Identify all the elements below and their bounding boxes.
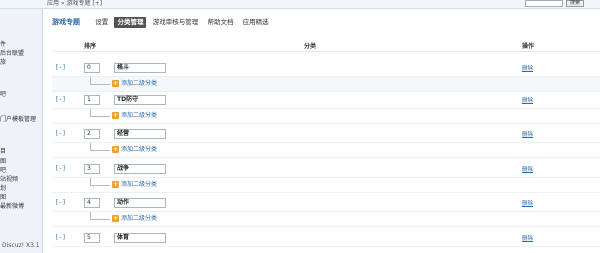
order-input[interactable]: 0 — [84, 63, 100, 73]
tree-connector — [90, 77, 110, 85]
main-content: 游戏专题 设置 分类管理 游戏审核与管理 帮助文档 应用精选 排序 分类 操作 … — [44, 9, 600, 253]
delete-link[interactable]: 删除 — [522, 96, 533, 104]
sidebar-item-1[interactable]: 后台联盟 — [0, 50, 24, 58]
table-row: [-] 0 格斗 删除 — [52, 60, 600, 77]
column-header-operation: 操作 — [522, 43, 535, 50]
sidebar-item-11[interactable]: 图 — [0, 158, 6, 166]
plus-icon: + — [112, 146, 119, 153]
sidebar-item-16[interactable]: 最新微博 — [0, 203, 24, 211]
column-header-category: 分类 — [304, 43, 317, 50]
table-row: [-] 4 动作 删除 — [52, 195, 600, 212]
sidebar-item-2[interactable]: 旅 — [0, 59, 6, 67]
collapse-toggle[interactable]: [-] — [55, 96, 66, 103]
add-subcategory-row: + 添加二级分类 — [52, 77, 600, 92]
tree-connector — [90, 212, 110, 220]
collapse-toggle[interactable]: [-] — [55, 199, 66, 206]
add-subcategory-link[interactable]: 添加二级分类 — [121, 181, 157, 189]
sidebar-item-15[interactable]: 图 — [0, 194, 6, 202]
tree-connector — [90, 109, 110, 117]
add-subcategory-link[interactable]: 添加二级分类 — [121, 80, 157, 88]
delete-link[interactable]: 删除 — [522, 165, 533, 173]
plugin-title: 游戏专题 — [52, 18, 80, 26]
add-subcategory-row: + 添加二级分类 — [52, 212, 600, 227]
collapse-toggle[interactable]: [-] — [55, 130, 66, 137]
add-subcategory-row: + 添加二级分类 — [52, 143, 600, 158]
tab-featured-apps[interactable]: 应用精选 — [240, 17, 272, 28]
add-subcategory-link[interactable]: 添加二级分类 — [121, 215, 157, 223]
version-footer: Discuz! X3.1 — [2, 242, 40, 249]
plus-icon: + — [112, 181, 119, 188]
delete-link[interactable]: 删除 — [522, 199, 533, 207]
category-name-input[interactable]: 体育 — [114, 233, 166, 243]
search-input[interactable] — [525, 0, 563, 7]
tab-settings[interactable]: 设置 — [92, 17, 111, 28]
plus-icon: + — [112, 112, 119, 119]
category-name-input[interactable]: 格斗 — [114, 63, 166, 73]
table-row: [-] 2 经营 删除 — [52, 126, 600, 143]
collapse-toggle[interactable]: [-] — [55, 165, 66, 172]
order-input[interactable]: 4 — [84, 198, 100, 208]
collapse-toggle[interactable]: [-] — [55, 64, 66, 71]
column-header-order: 排序 — [84, 43, 97, 50]
sidebar-item-14[interactable]: 划 — [0, 185, 6, 193]
delete-link[interactable]: 删除 — [522, 64, 533, 72]
table-row: [-] 5 体育 删除 — [52, 230, 600, 247]
tab-category-management[interactable]: 分类管理 — [114, 17, 147, 28]
collapse-toggle[interactable]: [-] — [55, 234, 66, 241]
plus-icon: + — [112, 80, 119, 87]
category-name-input[interactable]: TD防守 — [114, 95, 166, 105]
search-button[interactable]: 搜索 — [566, 0, 584, 7]
breadcrumb[interactable]: 应用 » 游戏专题 [+] — [47, 0, 102, 8]
sidebar-item-0[interactable]: 件 — [0, 41, 6, 49]
order-input[interactable]: 1 — [84, 95, 100, 105]
table-row: [-] 1 TD防守 删除 — [52, 92, 600, 109]
delete-link[interactable]: 删除 — [522, 234, 533, 242]
sidebar-item-13[interactable]: 站视频 — [0, 176, 18, 184]
table-row: [-] 3 战争 删除 — [52, 161, 600, 178]
category-name-input[interactable]: 战争 — [114, 164, 166, 174]
tab-help-docs[interactable]: 帮助文档 — [204, 17, 236, 28]
table-header: 排序 分类 操作 — [52, 42, 600, 52]
add-subcategory-link[interactable]: 添加二级分类 — [121, 112, 157, 120]
category-name-input[interactable]: 动作 — [114, 198, 166, 208]
order-input[interactable]: 3 — [84, 164, 100, 174]
tree-connector — [90, 143, 110, 151]
order-input[interactable]: 5 — [84, 233, 100, 243]
order-input[interactable]: 2 — [84, 129, 100, 139]
add-subcategory-row: + 添加二级分类 — [52, 109, 600, 124]
add-subcategory-row: + 添加二级分类 — [52, 178, 600, 193]
category-name-input[interactable]: 经营 — [114, 129, 166, 139]
top-bar: 应用 » 游戏专题 [+] 搜索 — [0, 0, 600, 9]
tree-connector — [90, 178, 110, 186]
sidebar-item-12[interactable]: 吧 — [0, 167, 6, 175]
tab-game-review[interactable]: 游戏审核与管理 — [150, 17, 202, 28]
title-row: 游戏专题 设置 分类管理 游戏审核与管理 帮助文档 应用精选 — [52, 17, 273, 29]
delete-link[interactable]: 删除 — [522, 130, 533, 138]
sidebar-item-10[interactable]: 目 — [0, 148, 6, 156]
add-subcategory-link[interactable]: 添加二级分类 — [121, 146, 157, 154]
sidebar-item-6[interactable]: 门户模板管理 — [0, 116, 36, 124]
plus-icon: + — [112, 215, 119, 222]
sidebar: 件 后台联盟 旅 吧 门户模板管理 目 图 吧 站视频 划 图 最新微博 Dis… — [0, 9, 43, 253]
sidebar-item-4[interactable]: 吧 — [0, 91, 6, 99]
